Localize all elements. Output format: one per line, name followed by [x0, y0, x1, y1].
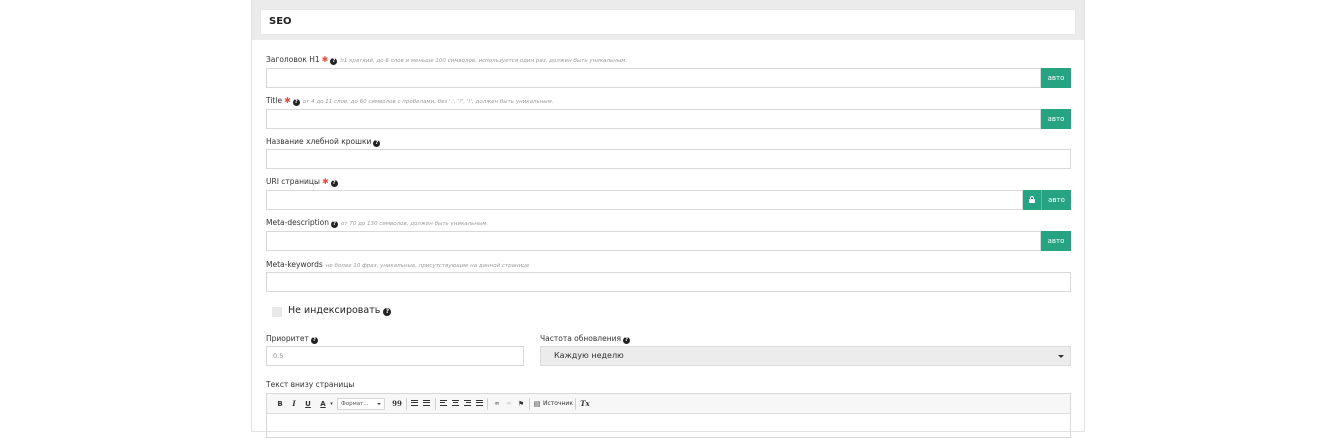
- meta-keywords-hint: не более 10 фраз, уникальные, присутству…: [325, 263, 530, 269]
- chevron-down-icon: [1058, 355, 1064, 358]
- rich-text-editor[interactable]: B I U A ▾ Формат... 99 ∞ ∞ ⚑ ▤ Источник: [266, 393, 1071, 438]
- frequency-selected-value: Каждую неделю: [554, 351, 624, 360]
- format-label: Формат...: [341, 401, 369, 407]
- breadcrumb-label-row: Название хлебной крошки?: [266, 137, 381, 147]
- text-color-button[interactable]: A: [317, 398, 329, 410]
- uri-label: URI страницы: [266, 177, 320, 186]
- toolbar-divider: [487, 398, 488, 410]
- help-icon[interactable]: ?: [331, 221, 339, 228]
- toolbar-divider: [575, 398, 576, 410]
- help-icon[interactable]: ?: [373, 140, 381, 147]
- chevron-down-icon: [377, 403, 381, 405]
- seo-panel: SEO Заголовок H1 ✱? h1 краткий, до 6 слов …: [251, 0, 1085, 438]
- title-hint: от 4 до 11 слов, до 60 символов с пробел…: [302, 99, 554, 105]
- unlink-icon[interactable]: ∞: [504, 398, 514, 410]
- title-label-row: Title ✱? от 4 до 11 слов, до 60 символов с…: [266, 96, 554, 106]
- meta-description-label-row: Meta-description? от 70 до 130 символов, …: [266, 218, 488, 228]
- noindex-label: Не индексировать: [288, 305, 381, 316]
- title-auto-button[interactable]: авто: [1041, 109, 1071, 129]
- h1-hint: h1 краткий, до 6 слов и меньше 100 симво…: [340, 58, 628, 64]
- panel-header: SEO: [252, 0, 1084, 40]
- bottom-text-label-row: Текст внизу страницы: [266, 380, 354, 389]
- source-button[interactable]: Источник: [543, 398, 573, 410]
- priority-label: Приоритет: [266, 334, 309, 343]
- breadcrumb-label: Название хлебной крошки: [266, 137, 372, 146]
- frequency-label-row: Частота обновления?: [540, 334, 630, 344]
- help-icon[interactable]: ?: [330, 180, 338, 187]
- help-icon[interactable]: ?: [310, 337, 318, 344]
- bold-button[interactable]: B: [275, 398, 285, 410]
- h1-label-row: Заголовок H1 ✱? h1 краткий, до 6 слов и ме…: [266, 55, 627, 65]
- format-dropdown[interactable]: Формат...: [337, 398, 385, 410]
- required-asterisk-icon: ✱: [321, 55, 329, 64]
- bulleted-list-icon[interactable]: [423, 400, 430, 408]
- help-icon[interactable]: ?: [623, 337, 630, 344]
- align-justify-icon[interactable]: [476, 400, 483, 408]
- noindex-checkbox[interactable]: [272, 307, 282, 317]
- uri-lock-button[interactable]: [1023, 190, 1041, 210]
- chevron-down-icon[interactable]: ▾: [329, 398, 334, 410]
- link-icon[interactable]: ∞: [492, 398, 502, 410]
- meta-keywords-label: Meta-keywords: [266, 260, 323, 269]
- uri-label-row: URI страницы ✱?: [266, 177, 338, 187]
- uri-input[interactable]: [266, 190, 1023, 210]
- toolbar-divider: [435, 398, 436, 410]
- uri-auto-button[interactable]: авто: [1041, 190, 1071, 210]
- meta-keywords-label-row: Meta-keywords не более 10 фраз, уникальны…: [266, 260, 529, 269]
- required-asterisk-icon: ✱: [321, 177, 329, 186]
- align-right-icon[interactable]: [464, 400, 471, 408]
- underline-button[interactable]: U: [303, 398, 313, 410]
- h1-label: Заголовок H1: [266, 55, 320, 64]
- h1-input[interactable]: [266, 68, 1041, 88]
- frequency-label: Частота обновления: [540, 334, 621, 343]
- breadcrumb-input[interactable]: [266, 149, 1071, 169]
- blockquote-button[interactable]: 99: [391, 398, 403, 410]
- help-icon[interactable]: ?: [292, 99, 300, 106]
- numbered-list-icon[interactable]: [411, 400, 418, 408]
- meta-description-hint: от 70 до 130 символов, должен быть уника…: [341, 221, 489, 227]
- h1-auto-button[interactable]: авто: [1041, 68, 1071, 88]
- remove-format-button[interactable]: Tx: [579, 398, 591, 410]
- panel-title: SEO: [269, 16, 292, 27]
- source-icon[interactable]: ▤: [533, 398, 541, 410]
- help-icon[interactable]: ?: [330, 58, 338, 65]
- toolbar-divider: [529, 398, 530, 410]
- meta-description-label: Meta-description: [266, 218, 330, 227]
- align-center-icon[interactable]: [452, 400, 459, 408]
- editor-toolbar: B I U A ▾ Формат... 99 ∞ ∞ ⚑ ▤ Источник: [267, 394, 1070, 414]
- meta-description-auto-button[interactable]: авто: [1041, 231, 1071, 251]
- title-input[interactable]: [266, 109, 1041, 129]
- toolbar-divider: [406, 398, 407, 410]
- help-icon[interactable]: ?: [383, 308, 392, 316]
- required-asterisk-icon: ✱: [284, 96, 291, 105]
- panel-title-box: SEO: [260, 9, 1076, 35]
- priority-label-row: Приоритет?: [266, 334, 318, 344]
- meta-keywords-input[interactable]: [266, 272, 1071, 292]
- align-left-icon[interactable]: [440, 400, 447, 408]
- priority-input[interactable]: 0.5: [266, 346, 524, 366]
- italic-button[interactable]: I: [289, 398, 299, 410]
- noindex-label-row: Не индексировать?: [288, 305, 392, 316]
- bottom-text-label: Текст внизу страницы: [266, 380, 355, 389]
- frequency-select[interactable]: Каждую неделю: [540, 346, 1071, 366]
- flag-icon[interactable]: ⚑: [516, 398, 526, 410]
- meta-description-input[interactable]: [266, 231, 1041, 251]
- title-label: Title: [266, 96, 283, 105]
